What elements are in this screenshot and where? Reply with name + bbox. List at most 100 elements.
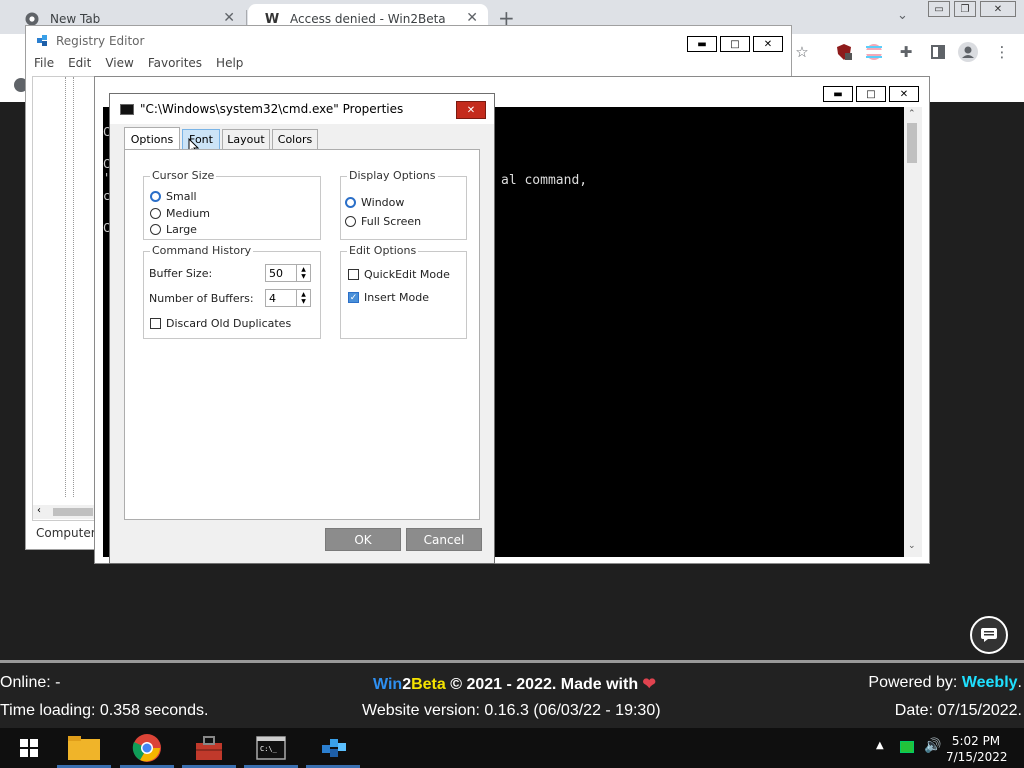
regedit-titlebar: Registry Editor — [26, 26, 791, 56]
options-panel: Cursor Size Small Medium Large Display O… — [124, 149, 480, 520]
discard-duplicates-checkbox[interactable]: Discard Old Duplicates — [150, 317, 291, 330]
minimize-button[interactable]: ▭ — [928, 1, 950, 17]
tab-title: Access denied - Win2Beta — [290, 12, 446, 26]
scroll-down-icon[interactable]: ⌄ — [908, 541, 916, 551]
taskbar-toolbox[interactable] — [180, 728, 238, 768]
chrome-icon — [132, 734, 161, 762]
radio-icon — [150, 208, 161, 219]
buffer-size-stepper[interactable]: 50 ▲ ▼ — [265, 264, 311, 282]
tray-chevron-up-icon[interactable]: ▲ — [876, 740, 884, 751]
tab-options[interactable]: Options — [124, 127, 180, 150]
scroll-up-icon[interactable]: ⌃ — [908, 109, 916, 119]
clock-time: 5:02 PM — [951, 734, 1001, 748]
display-options-group: Display Options Window Full Screen — [340, 169, 467, 240]
group-legend: Command History — [150, 244, 254, 257]
brand-win: Win — [373, 676, 403, 693]
dialog-title: "C:\Windows\system32\cmd.exe" Properties — [140, 102, 404, 116]
key-tree-pane[interactable]: ‹ — [32, 76, 98, 521]
terminal-icon: C:\_ — [256, 736, 286, 760]
menu-kebab-icon[interactable]: ⋮ — [992, 42, 1012, 62]
radio-selected-icon — [345, 197, 356, 208]
radio-medium[interactable]: Medium — [150, 207, 210, 220]
taskbar-regedit[interactable] — [304, 728, 362, 768]
close-window-button[interactable]: ✕ — [980, 1, 1016, 17]
online-count: Online: - — [0, 674, 61, 691]
weebly-link[interactable]: Weebly — [962, 674, 1018, 691]
menu-view[interactable]: View — [105, 56, 133, 76]
scroll-thumb[interactable] — [53, 508, 93, 516]
footer-copyright: Win2Beta © 2021 - 2022. Made with ❤ — [373, 674, 656, 694]
powered-dot: . — [1017, 674, 1022, 691]
menu-edit[interactable]: Edit — [68, 56, 91, 76]
vertical-scrollbar[interactable]: ⌃ ⌄ — [904, 107, 922, 557]
chat-icon[interactable] — [970, 616, 1008, 654]
radio-small[interactable]: Small — [150, 190, 197, 203]
radio-large[interactable]: Large — [150, 223, 197, 236]
cmd-properties-dialog: "C:\Windows\system32\cmd.exe" Properties… — [109, 93, 495, 564]
close-tab-icon[interactable]: ✕ — [466, 10, 478, 26]
folder-icon — [68, 736, 100, 760]
insert-mode-checkbox[interactable]: ✓ Insert Mode — [348, 291, 429, 304]
minimize-button[interactable]: ▬ — [823, 86, 853, 102]
menu-file[interactable]: File — [34, 56, 54, 76]
maximize-button[interactable]: □ — [720, 36, 750, 52]
tray-battery-icon[interactable] — [900, 741, 914, 753]
extension-flag-icon[interactable] — [864, 42, 884, 62]
checkmark-icon: ✓ — [348, 292, 359, 303]
side-panel-icon[interactable] — [928, 42, 948, 62]
minimize-button[interactable]: ▬ — [687, 36, 717, 52]
checkbox-icon — [150, 318, 161, 329]
regedit-menubar: File Edit View Favorites Help — [26, 56, 791, 76]
close-button[interactable]: ✕ — [889, 86, 919, 102]
scroll-thumb[interactable] — [907, 123, 917, 163]
tab-colors[interactable]: Colors — [272, 129, 318, 149]
option-label: Window — [361, 196, 405, 209]
option-label: Large — [166, 223, 197, 236]
radio-selected-icon — [150, 191, 161, 202]
bookmark-star-icon[interactable]: ☆ — [792, 42, 812, 62]
tray-volume-icon[interactable]: 🔊 — [924, 738, 941, 754]
option-label: Medium — [166, 207, 210, 220]
radio-icon — [150, 224, 161, 235]
taskbar-file-explorer[interactable] — [55, 728, 113, 768]
spin-arrows-icon[interactable]: ▲ ▼ — [296, 265, 310, 281]
checkbox-icon — [348, 269, 359, 280]
quickedit-checkbox[interactable]: QuickEdit Mode — [348, 268, 450, 281]
close-icon[interactable]: ✕ — [456, 101, 486, 119]
group-legend: Display Options — [347, 169, 438, 182]
group-legend: Edit Options — [347, 244, 419, 257]
num-buffers-value: 4 — [269, 292, 276, 305]
menu-help[interactable]: Help — [216, 56, 243, 76]
chevron-down-icon[interactable]: ⌄ — [897, 8, 908, 23]
horizontal-scrollbar[interactable]: ‹ — [33, 505, 97, 519]
taskbar-chrome[interactable] — [118, 728, 176, 768]
radio-window[interactable]: Window — [345, 196, 404, 209]
dialog-titlebar: "C:\Windows\system32\cmd.exe" Properties — [110, 94, 494, 124]
cancel-button[interactable]: Cancel — [406, 528, 482, 551]
windows-logo-icon — [20, 739, 38, 757]
restore-button[interactable]: ❐ — [954, 1, 976, 17]
checkbox-label: Discard Old Duplicates — [166, 317, 292, 330]
powered-by: Powered by: Weebly. — [868, 674, 1022, 692]
extension-shield-icon[interactable] — [834, 42, 854, 62]
scroll-left-icon[interactable]: ‹ — [37, 505, 41, 516]
num-buffers-stepper[interactable]: 4 ▲ ▼ — [265, 289, 311, 307]
spin-arrows-icon[interactable]: ▲ ▼ — [296, 290, 310, 306]
profile-avatar-icon[interactable] — [958, 42, 978, 62]
maximize-button[interactable]: □ — [856, 86, 886, 102]
tab-layout[interactable]: Layout — [222, 129, 270, 149]
close-button[interactable]: ✕ — [753, 36, 783, 52]
ok-button[interactable]: OK — [325, 528, 401, 551]
footer-date: Date: 07/15/2022. — [894, 702, 1022, 719]
menu-favorites[interactable]: Favorites — [148, 56, 202, 76]
tab-title: New Tab — [50, 12, 101, 26]
heart-icon: ❤ — [642, 676, 656, 693]
brand-2: 2 — [402, 676, 412, 693]
checkbox-label: Insert Mode — [364, 291, 430, 304]
tray-clock[interactable]: 5:02 PM 7/15/2022 — [946, 733, 1008, 765]
close-tab-icon[interactable]: ✕ — [223, 10, 235, 26]
radio-full-screen[interactable]: Full Screen — [345, 215, 421, 228]
extensions-puzzle-icon[interactable]: ✚ — [896, 42, 916, 62]
taskbar-cmd[interactable]: C:\_ — [242, 728, 300, 768]
start-button[interactable] — [0, 728, 58, 768]
